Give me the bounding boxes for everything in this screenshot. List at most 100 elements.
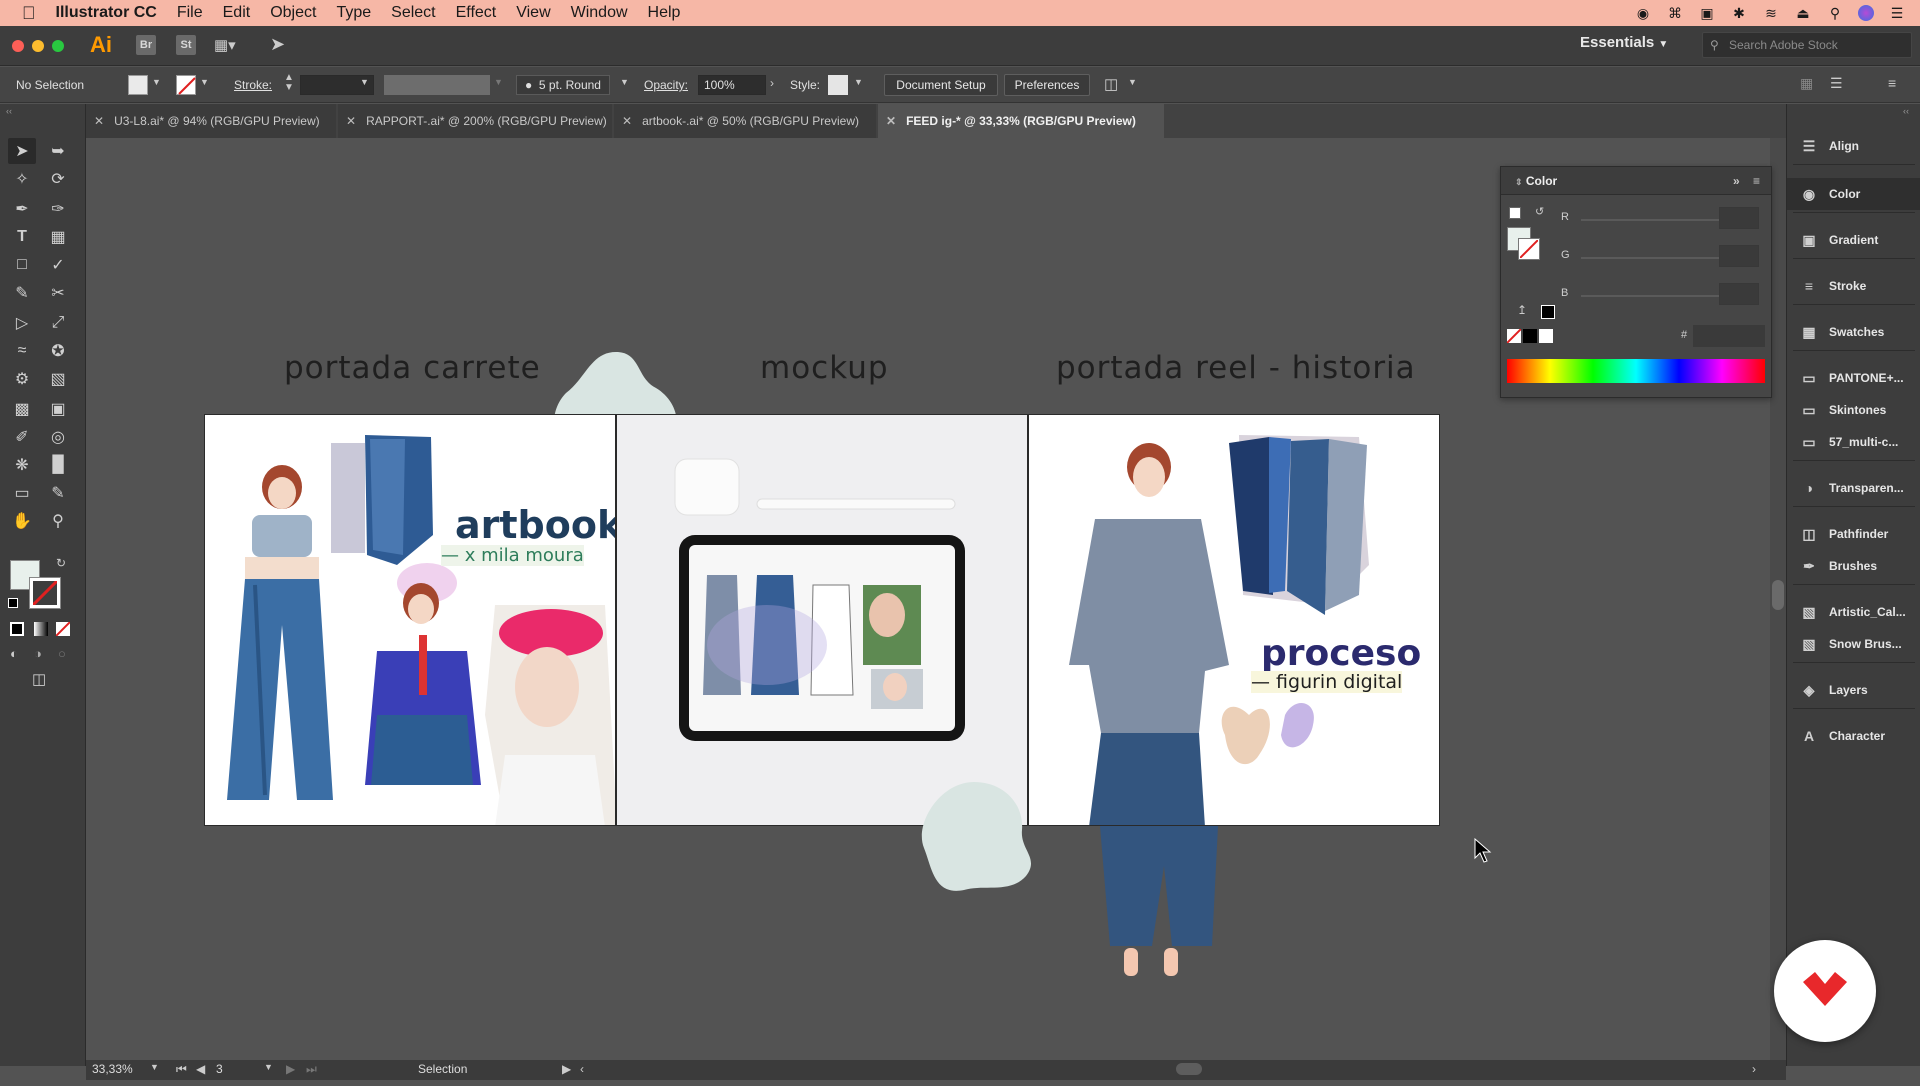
align-options-icon[interactable]: ☰ <box>1830 75 1843 92</box>
default-colors-icon[interactable] <box>1509 207 1521 219</box>
artboard-mockup[interactable] <box>616 414 1028 826</box>
preferences-button[interactable]: Preferences <box>1004 74 1090 96</box>
menu-effect[interactable]: Effect <box>446 0 507 26</box>
channel-r-slider[interactable] <box>1581 219 1721 221</box>
none-mode-icon[interactable] <box>55 621 71 637</box>
scroll-left-icon[interactable]: ‹ <box>580 1062 584 1076</box>
previous-artboard-icon[interactable]: ◀ <box>196 1062 205 1076</box>
notification-center-icon[interactable]: ☰ <box>1888 5 1906 21</box>
color-mode-icon[interactable] <box>10 622 24 636</box>
stroke-label[interactable]: Stroke: <box>234 67 272 103</box>
swap-colors-icon[interactable]: ↺ <box>1535 205 1544 218</box>
zoom-level[interactable]: 33,33% <box>92 1062 133 1076</box>
type-tool-icon[interactable]: T <box>8 224 36 250</box>
perspective-grid-tool-icon[interactable]: ▧ <box>44 366 72 392</box>
opacity-label[interactable]: Opacity: <box>644 67 688 103</box>
record-icon[interactable]: ◉ <box>1634 5 1652 21</box>
channel-g-field[interactable] <box>1719 245 1759 267</box>
panel-menu-icon[interactable]: ≡ <box>1888 75 1896 91</box>
menu-edit[interactable]: Edit <box>213 0 261 26</box>
tab-u3-l8[interactable]: ✕ U3-L8.ai* @ 94% (RGB/GPU Preview) <box>86 104 336 138</box>
menu-help[interactable]: Help <box>638 0 691 26</box>
out-of-gamut-icon[interactable]: ↥ <box>1517 303 1527 317</box>
panel-color[interactable]: ◉ Color <box>1787 178 1920 210</box>
apple-icon[interactable]:  <box>0 0 46 26</box>
chevron-updown-icon[interactable]: ⇕ <box>1515 177 1523 187</box>
draw-behind-icon[interactable]: ◑ <box>34 646 42 661</box>
stroke-swatch[interactable] <box>176 75 196 95</box>
scroll-right-icon[interactable]: › <box>1752 1062 1756 1076</box>
zoom-tool-icon[interactable]: ⚲ <box>44 508 72 534</box>
symbol-sprayer-tool-icon[interactable]: ❋ <box>8 452 36 478</box>
close-tab-icon[interactable]: ✕ <box>346 114 356 128</box>
channel-b-field[interactable] <box>1719 283 1759 305</box>
hex-field[interactable] <box>1693 325 1765 347</box>
panel-pathfinder[interactable]: ◫ Pathfinder <box>1787 518 1920 550</box>
mesh-tool-icon[interactable]: ▩ <box>8 396 36 422</box>
panel-layers[interactable]: ◈ Layers <box>1787 674 1920 706</box>
color-spectrum[interactable] <box>1507 359 1765 383</box>
graphic-style-swatch[interactable] <box>828 75 848 95</box>
black-swatch[interactable] <box>1541 305 1555 319</box>
lasso-tool-icon[interactable]: ⟳ <box>44 166 72 192</box>
swap-fill-stroke-icon[interactable]: ↻ <box>56 556 66 570</box>
stroke-color-box[interactable] <box>29 577 61 609</box>
width-tool-icon[interactable]: ≈ <box>8 338 36 364</box>
channel-g-slider[interactable] <box>1581 257 1721 259</box>
panel-snow-brushes[interactable]: ▧ Snow Brus... <box>1787 628 1920 660</box>
rectangle-tool-icon[interactable]: □ <box>8 252 36 278</box>
blend-tool-icon[interactable]: ◎ <box>44 424 72 450</box>
channel-b-slider[interactable] <box>1581 295 1721 297</box>
stock-button[interactable]: St <box>176 35 196 55</box>
menu-object[interactable]: Object <box>260 0 326 26</box>
selection-tool-icon[interactable]: ➤ <box>8 138 36 164</box>
tab-rapport[interactable]: ✕ RAPPORT-.ai* @ 200% (RGB/GPU Preview) <box>338 104 612 138</box>
chevron-down-icon[interactable]: ▼ <box>854 77 863 87</box>
panel-pantone[interactable]: ▭ PANTONE+... <box>1787 362 1920 394</box>
menu-file[interactable]: File <box>167 0 213 26</box>
chevron-down-icon[interactable]: ▼ <box>200 77 209 87</box>
siri-icon[interactable] <box>1858 5 1874 21</box>
gpu-performance-icon[interactable]: ➤ <box>270 34 285 55</box>
horizontal-scrollbar-thumb[interactable] <box>1176 1063 1202 1075</box>
zoom-window-button[interactable] <box>52 40 64 52</box>
collapse-icon[interactable]: ‹‹ <box>6 106 12 116</box>
spotlight-search-icon[interactable]: ⚲ <box>1826 5 1844 21</box>
screen-mode-icon[interactable]: ◫ <box>32 670 46 688</box>
direct-selection-tool-icon[interactable]: ➥ <box>44 138 72 164</box>
panel-artistic-cal[interactable]: ▧ Artistic_Cal... <box>1787 596 1920 628</box>
reflect-tool-icon[interactable]: ▷ <box>8 310 36 336</box>
chevron-down-icon[interactable]: ▼ <box>1128 77 1137 87</box>
panel-57-multi[interactable]: ▭ 57_multi-c... <box>1787 426 1920 458</box>
gradient-mode-icon[interactable] <box>34 622 48 636</box>
default-colors-icon[interactable] <box>8 598 18 608</box>
puppet-warp-tool-icon[interactable]: ✪ <box>44 338 72 364</box>
menu-view[interactable]: View <box>506 0 560 26</box>
panel-gradient[interactable]: ▣ Gradient <box>1787 224 1920 256</box>
artboard-portada-carrete[interactable]: artbook — x mila moura <box>204 414 616 826</box>
arrange-documents-icon[interactable]: ▦▾ <box>214 36 240 54</box>
brush-definition[interactable]: ● 5 pt. Round <box>516 75 610 95</box>
tab-artbook[interactable]: ✕ artbook-.ai* @ 50% (RGB/GPU Preview) <box>614 104 876 138</box>
arrange-icon[interactable]: ◫ <box>1104 75 1118 93</box>
stroke-stepper-icon[interactable]: ▲ ▼ <box>284 73 294 93</box>
column-graph-tool-icon[interactable]: █ <box>44 452 72 478</box>
menu-type[interactable]: Type <box>326 0 381 26</box>
none-swatch[interactable] <box>1506 328 1522 344</box>
transform-icon[interactable]: ▦ <box>1800 75 1813 92</box>
pen-tool-icon[interactable]: ✒ <box>8 196 36 222</box>
menu-select[interactable]: Select <box>381 0 445 26</box>
channel-r-field[interactable] <box>1719 207 1759 229</box>
vertical-scrollbar-thumb[interactable] <box>1772 580 1784 610</box>
artboard-number-field[interactable]: 3 <box>216 1062 223 1076</box>
workspace-switcher[interactable]: Essentials ▼ <box>1580 34 1668 51</box>
gradient-tool-icon[interactable]: ▣ <box>44 396 72 422</box>
draw-normal-icon[interactable]: ◐ <box>10 646 18 661</box>
variable-width-profile[interactable] <box>384 75 490 95</box>
tab-feed-ig[interactable]: ✕ FEED ig-* @ 33,33% (RGB/GPU Preview) <box>878 104 1164 138</box>
grid-tool-icon[interactable]: ▦ <box>44 224 72 250</box>
paintbrush-tool-icon[interactable]: ✓ <box>44 252 72 278</box>
status-menu-icon[interactable]: ▶ <box>562 1062 571 1076</box>
black-swatch[interactable] <box>1523 329 1537 343</box>
color-panel-header[interactable]: ⇕ Color » ≡ <box>1501 167 1771 195</box>
